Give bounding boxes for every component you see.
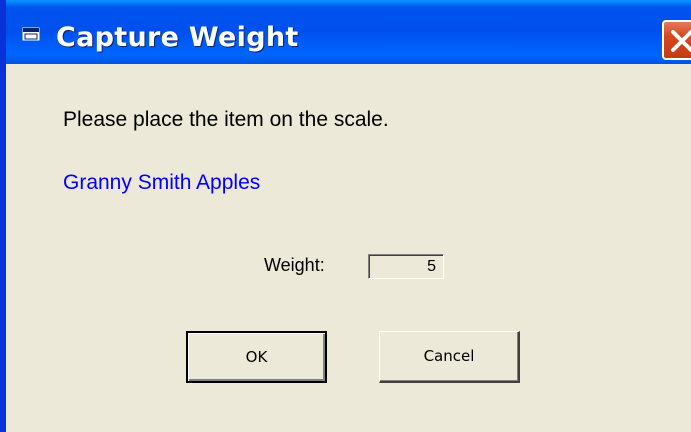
cancel-button[interactable]: Cancel	[379, 331, 520, 383]
window-app-icon	[22, 26, 42, 42]
ok-button[interactable]: OK	[186, 331, 327, 383]
close-icon	[671, 30, 691, 52]
weight-label: Weight:	[264, 255, 325, 275]
capture-weight-dialog: Capture Weight Please place the item on …	[0, 0, 691, 432]
instruction-text: Please place the item on the scale.	[63, 108, 389, 131]
window-title: Capture Weight	[56, 22, 299, 53]
item-name: Granny Smith Apples	[63, 171, 261, 194]
close-button[interactable]	[662, 20, 691, 60]
weight-field[interactable]: 5	[368, 254, 444, 279]
title-bar[interactable]: Capture Weight	[6, 0, 691, 64]
